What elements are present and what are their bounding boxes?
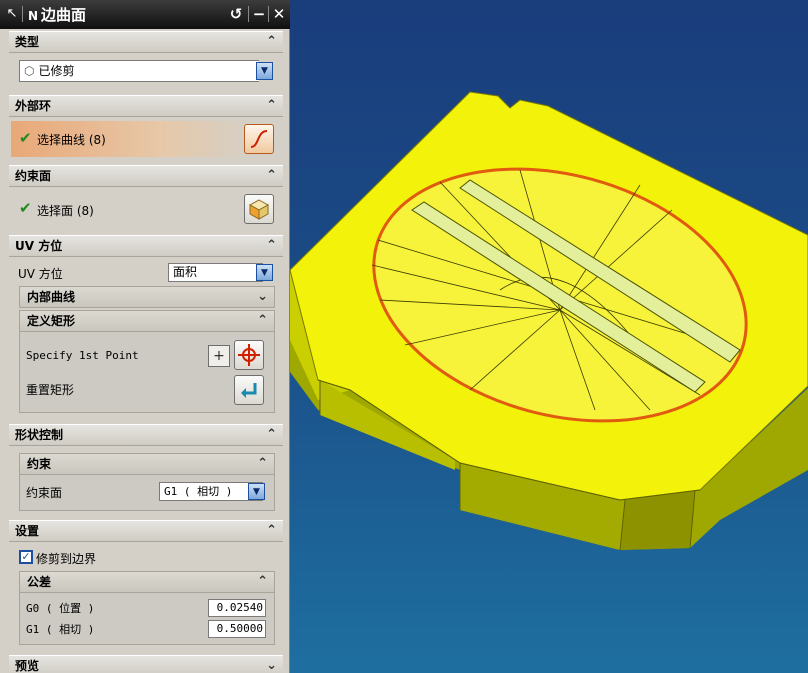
point-select-button[interactable]: [234, 340, 264, 370]
chevron-up-icon[interactable]: ⌃: [257, 311, 268, 331]
uv-orientation-label: UV 方位: [18, 267, 63, 281]
checkmark-icon: ✔: [19, 129, 32, 147]
crosshair-icon: [238, 344, 260, 366]
curve-icon: [250, 130, 268, 148]
g0-label: G0 ( 位置 ): [26, 602, 95, 615]
chevron-down-icon[interactable]: ⌄: [266, 656, 277, 673]
chevron-up-icon[interactable]: ⌃: [266, 236, 277, 256]
uv-orientation-section-header[interactable]: UV 方位 ⌃: [9, 235, 283, 257]
type-section-header[interactable]: 类型 ⌃: [9, 31, 283, 53]
constraint-face-section-header[interactable]: 约束面 ⌃: [9, 165, 283, 187]
select-curve-row[interactable]: ✔ 选择曲线 (8): [11, 121, 283, 157]
constraint-face-label: 约束面: [26, 486, 63, 500]
titlebar-separator: [248, 6, 249, 22]
point-dialog-button[interactable]: +: [208, 345, 230, 367]
chevron-down-icon[interactable]: ▼: [256, 62, 273, 80]
g1-label: G1 ( 相切 ): [26, 623, 95, 636]
type-dropdown[interactable]: ⬡ 已修剪: [19, 60, 259, 82]
chevron-down-icon[interactable]: ▼: [248, 483, 265, 500]
titlebar-separator: [22, 6, 23, 22]
chevron-up-icon[interactable]: ⌃: [257, 454, 268, 474]
specify-point-label: Specify 1st Point: [26, 349, 139, 362]
inner-curves-header[interactable]: 内部曲线 ⌄: [19, 286, 275, 308]
chevron-down-icon[interactable]: ▼: [256, 264, 273, 281]
settings-section-header[interactable]: 设置 ⌃: [9, 520, 283, 542]
cube-face-icon: [248, 199, 270, 220]
define-rectangle-header[interactable]: 定义矩形 ⌃: [19, 310, 275, 332]
arrow-select-icon[interactable]: ↖: [4, 6, 20, 22]
preview-section-header[interactable]: 预览 ⌄: [9, 655, 283, 673]
dialog-titlebar[interactable]: ↖ N 边曲面 ↺ − ✕: [0, 0, 290, 29]
shape-control-section-header[interactable]: 形状控制 ⌃: [9, 424, 283, 446]
return-arrow-icon: [241, 383, 257, 398]
reset-rectangle-button[interactable]: [234, 375, 264, 405]
checkmark-icon: ✔: [19, 199, 32, 217]
face-select-button[interactable]: [244, 194, 274, 224]
reset-icon[interactable]: ↺: [227, 5, 245, 23]
select-curve-label: 选择曲线 (8): [37, 133, 106, 147]
chevron-up-icon[interactable]: ⌃: [266, 96, 277, 116]
chevron-up-icon[interactable]: ⌃: [266, 32, 277, 52]
chevron-up-icon[interactable]: ⌃: [266, 425, 277, 445]
outer-loop-section-header[interactable]: 外部环 ⌃: [9, 95, 283, 117]
uv-orientation-dropdown[interactable]: 面积: [168, 263, 263, 282]
trim-to-boundary-label: 修剪到边界: [36, 552, 97, 566]
trimmed-surface-icon: ⬡: [24, 64, 35, 78]
edge-surface-dialog: ↖ N 边曲面 ↺ − ✕ 类型 ⌃ ⬡ 已修剪 ▼ 外部环 ⌃ ✔ 选择曲线 (8) …: [0, 0, 290, 673]
constraint-subheader[interactable]: 约束 ⌃: [19, 453, 275, 475]
tolerance-subheader[interactable]: 公差 ⌃: [19, 571, 275, 593]
trim-to-boundary-checkbox[interactable]: ✓: [19, 550, 33, 564]
titlebar-separator: [268, 6, 269, 22]
dialog-title: N 边曲面: [28, 6, 87, 24]
g1-tolerance-input[interactable]: 0.50000: [208, 620, 266, 638]
chevron-up-icon[interactable]: ⌃: [266, 166, 277, 186]
chevron-up-icon[interactable]: ⌃: [257, 572, 268, 592]
curve-select-button[interactable]: [244, 124, 274, 154]
select-face-label: 选择面 (8): [37, 204, 94, 218]
g0-tolerance-input[interactable]: 0.02540: [208, 599, 266, 617]
chevron-up-icon[interactable]: ⌃: [266, 521, 277, 541]
chevron-down-icon[interactable]: ⌄: [257, 287, 268, 307]
reset-rectangle-label: 重置矩形: [26, 383, 75, 397]
point-plus-icon: +: [213, 348, 225, 364]
minimize-icon[interactable]: −: [250, 5, 268, 23]
close-icon[interactable]: ✕: [270, 5, 288, 23]
